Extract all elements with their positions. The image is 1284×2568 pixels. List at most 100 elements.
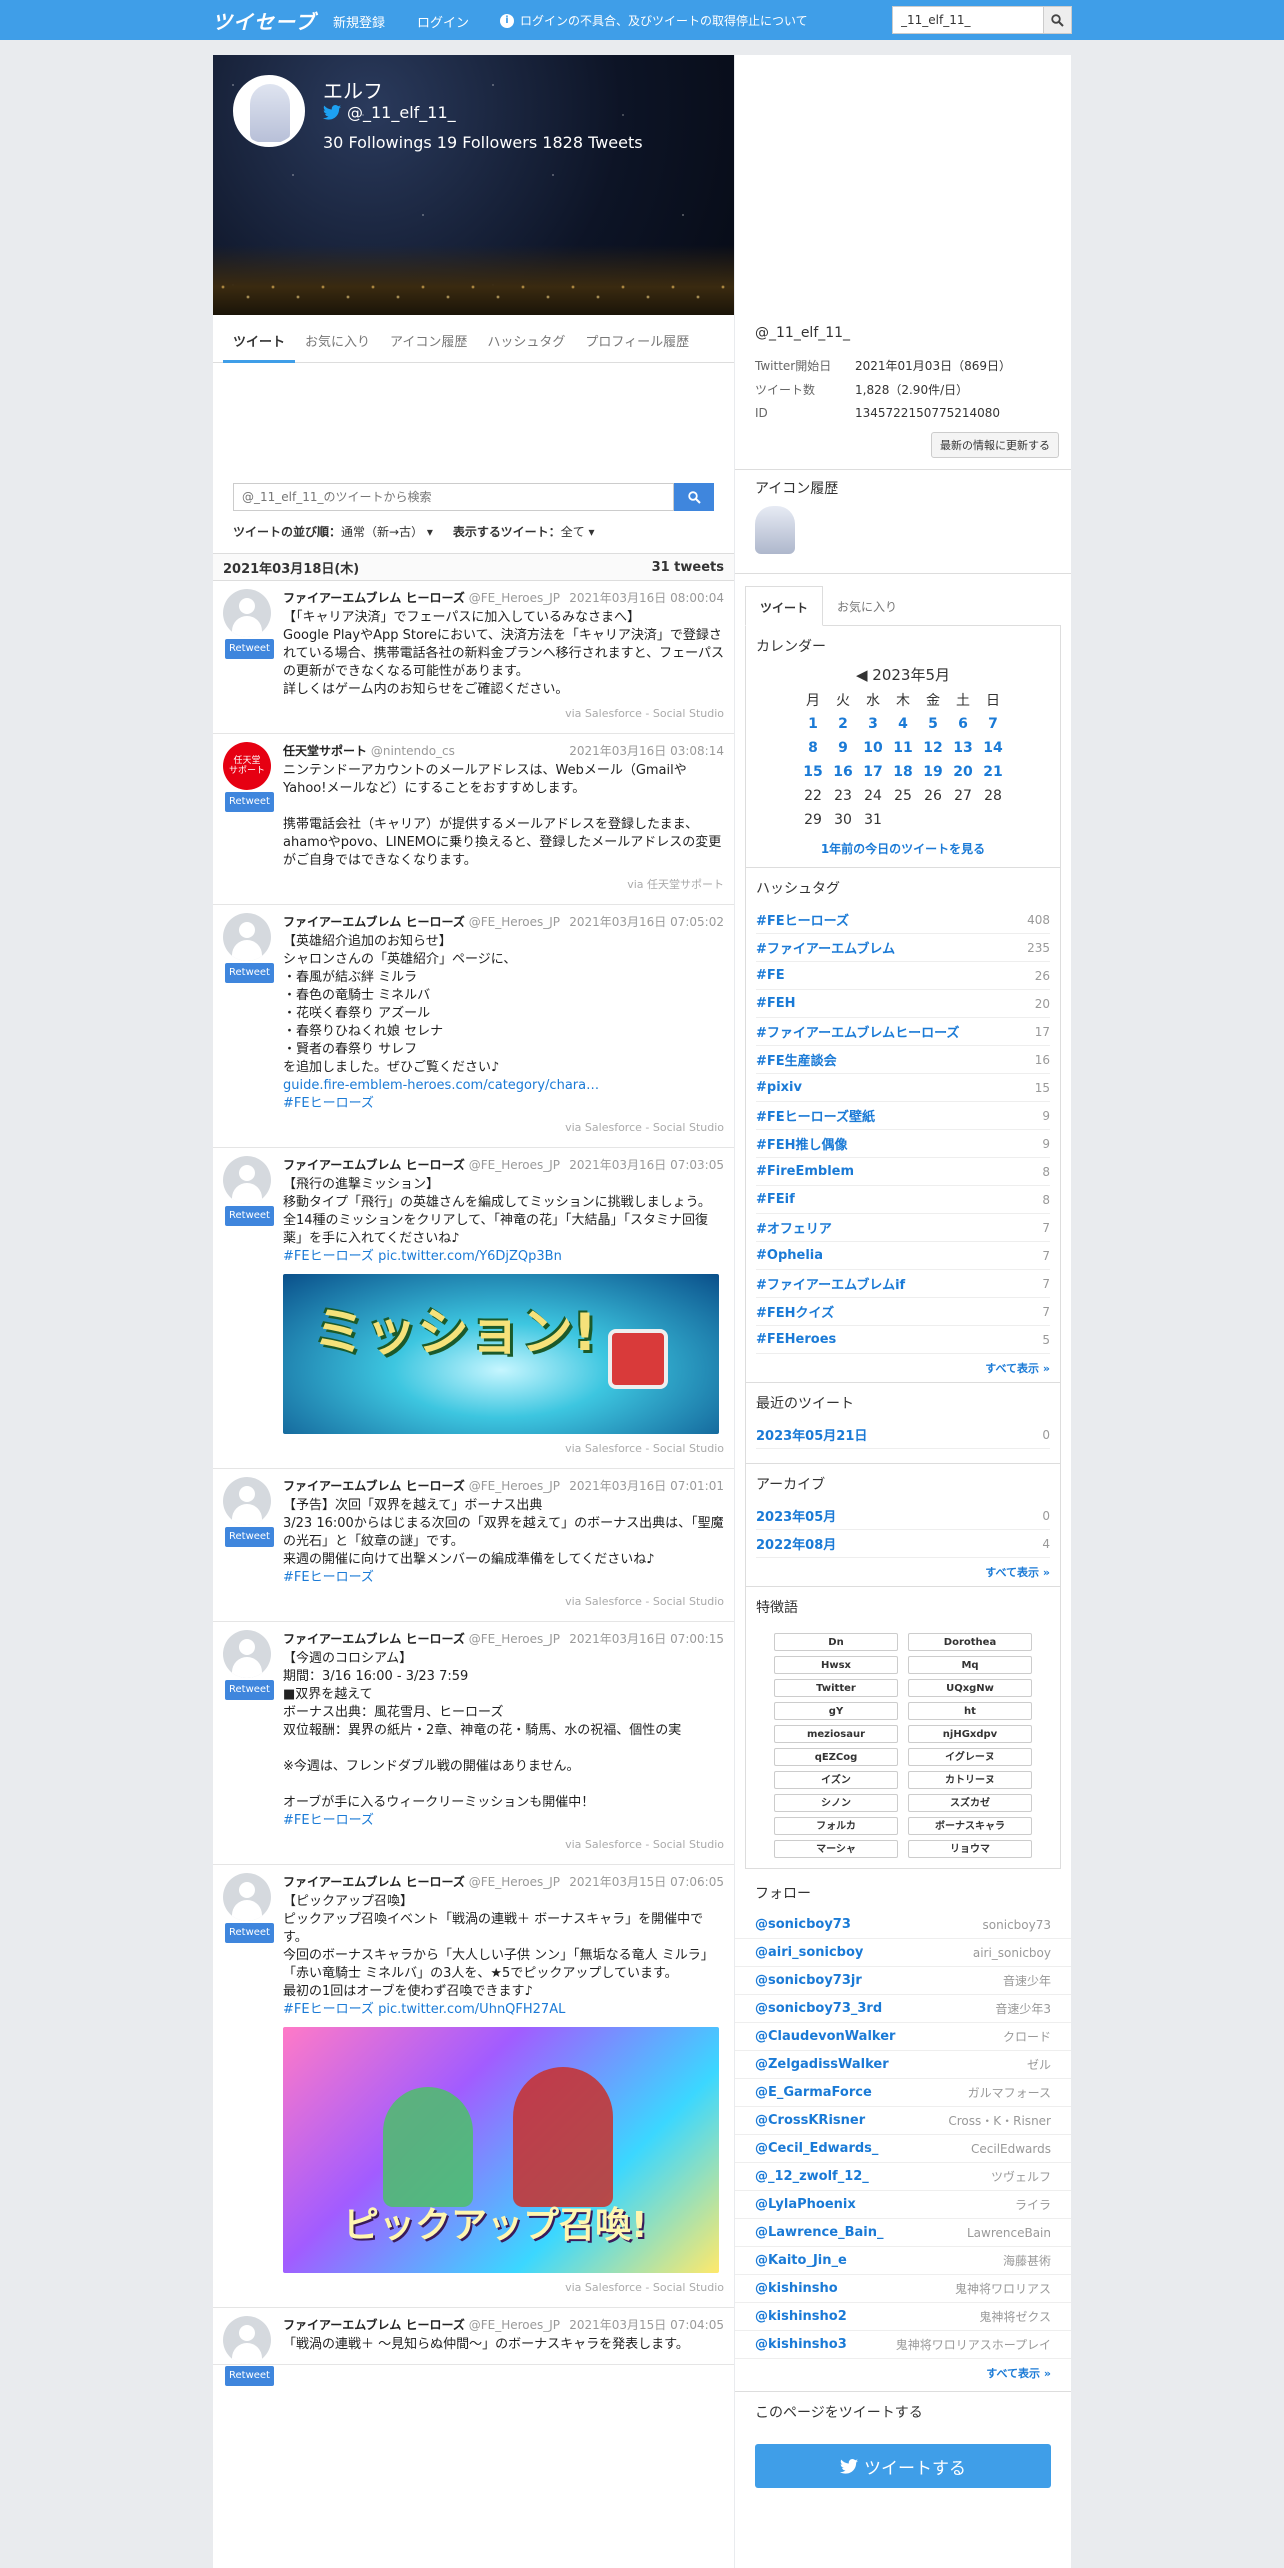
hashtag-link[interactable]: #FEH推し偶像 — [756, 1134, 848, 1153]
tweet-avatar[interactable]: 任天堂 サポート — [223, 742, 271, 790]
follow-handle[interactable]: @LylaPhoenix — [755, 2197, 856, 2212]
calendar-day-link[interactable]: 13 — [953, 740, 972, 756]
feature-word[interactable]: イグレーヌ — [908, 1748, 1032, 1766]
hashtag-link[interactable]: #FEif — [756, 1192, 795, 1207]
hashtag-link[interactable]: #pixiv — [756, 1080, 802, 1095]
tweet-hashtag[interactable]: #FEヒーローズ — [283, 1249, 374, 1264]
tweet-author[interactable]: ファイアーエムブレム ヒーローズ @FE_Heroes_JP — [283, 589, 560, 607]
hashtag-link[interactable]: #オフェリア — [756, 1218, 832, 1237]
hashtag-link[interactable]: #ファイアーエムブレムヒーローズ — [756, 1022, 959, 1041]
calendar-day-link[interactable]: 17 — [863, 764, 882, 780]
tweet-time[interactable]: 2021年03月15日 07:04:05 — [569, 2316, 724, 2334]
hashtag-link[interactable]: #FireEmblem — [756, 1164, 854, 1179]
recent-link[interactable]: 2023年05月21日 — [756, 1425, 867, 1444]
feature-word[interactable]: UQxgNw — [908, 1679, 1032, 1697]
calendar-day-link[interactable]: 4 — [898, 716, 908, 732]
tweet-avatar[interactable] — [223, 1630, 271, 1678]
feature-word[interactable]: Dorothea — [908, 1633, 1032, 1651]
tweet-time[interactable]: 2021年03月16日 07:03:05 — [569, 1156, 724, 1174]
tweet-author[interactable]: 任天堂サポート @nintendo_cs — [283, 742, 455, 760]
tweet-time[interactable]: 2021年03月16日 07:00:15 — [569, 1630, 724, 1648]
calendar-day-link[interactable]: 3 — [868, 716, 878, 732]
tweet-image[interactable]: ミッション! — [283, 1274, 719, 1434]
hashtag-link[interactable]: #Ophelia — [756, 1248, 823, 1263]
calendar-day-link[interactable]: 20 — [953, 764, 972, 780]
icon-history-avatar[interactable] — [755, 506, 795, 554]
hashtag-link[interactable]: #FEHクイズ — [756, 1302, 834, 1321]
hashtag-link[interactable]: #FE生産談会 — [756, 1050, 837, 1069]
tweet-hashtag[interactable]: #FEヒーローズ — [283, 1812, 724, 1830]
site-logo[interactable]: ツイセーブ — [212, 6, 316, 35]
tweet-time[interactable]: 2021年03月16日 03:08:14 — [569, 742, 724, 760]
calendar-day-link[interactable]: 6 — [958, 716, 968, 732]
tweet-author[interactable]: ファイアーエムブレム ヒーローズ @FE_Heroes_JP — [283, 1873, 560, 1891]
tab-icon-history[interactable]: アイコン履歴 — [380, 315, 477, 363]
feature-word[interactable]: njHGxdpv — [908, 1725, 1032, 1743]
follow-handle[interactable]: @Cecil_Edwards_ — [755, 2141, 878, 2156]
calendar-day-link[interactable]: 16 — [833, 764, 852, 780]
tweet-avatar[interactable] — [223, 2316, 271, 2364]
feature-word[interactable]: ht — [908, 1702, 1032, 1720]
prev-month-arrow[interactable]: ◀ — [856, 666, 868, 684]
header-search-button[interactable] — [1043, 7, 1071, 33]
tweet-time[interactable]: 2021年03月16日 08:00:04 — [569, 589, 724, 607]
calendar-day-link[interactable]: 1 — [808, 716, 818, 732]
hashtags-more-link[interactable]: すべて表示 » — [985, 1362, 1050, 1375]
feature-word[interactable]: meziosaur — [774, 1725, 898, 1743]
tweet-author[interactable]: ファイアーエムブレム ヒーローズ @FE_Heroes_JP — [283, 2316, 560, 2334]
tweet-image[interactable]: ピックアップ召喚! — [283, 2027, 719, 2273]
tweet-avatar[interactable] — [223, 1477, 271, 1525]
tweet-link[interactable]: guide.fire-emblem-heroes.com/category/ch… — [283, 1077, 724, 1095]
tweet-hashtag[interactable]: #FEヒーローズ — [283, 1569, 724, 1587]
hashtag-link[interactable]: #ファイアーエムブレム — [756, 938, 895, 957]
calendar-day-link[interactable]: 8 — [808, 740, 818, 756]
tweet-hashtag[interactable]: #FEヒーローズ — [283, 2002, 374, 2017]
follow-handle[interactable]: @sonicboy73_3rd — [755, 2001, 882, 2016]
feature-word[interactable]: Hwsx — [774, 1656, 898, 1674]
tab-tweets[interactable]: ツイート — [223, 315, 296, 363]
tweet-author[interactable]: ファイアーエムブレム ヒーローズ @FE_Heroes_JP — [283, 1156, 560, 1174]
hashtag-link[interactable]: #FEH — [756, 996, 796, 1011]
tab-profile-history[interactable]: プロフィール履歴 — [575, 315, 699, 363]
feature-word[interactable]: Twitter — [774, 1679, 898, 1697]
year-ago-link[interactable]: 1年前の今日のツイートを見る — [821, 842, 985, 856]
follow-handle[interactable]: @CrossKRisner — [755, 2113, 865, 2128]
calendar-day-link[interactable]: 5 — [928, 716, 938, 732]
tweet-hashtag[interactable]: #FEヒーローズ — [283, 1095, 724, 1113]
hashtag-link[interactable]: #FEヒーローズ壁紙 — [756, 1106, 875, 1125]
tweet-search-input[interactable] — [233, 483, 674, 511]
follow-handle[interactable]: @kishinsho — [755, 2281, 838, 2296]
feature-word[interactable]: Mq — [908, 1656, 1032, 1674]
calendar-day-link[interactable]: 7 — [988, 716, 998, 732]
archive-link[interactable]: 2023年05月 — [756, 1506, 836, 1525]
tweet-time[interactable]: 2021年03月15日 07:06:05 — [569, 1873, 724, 1891]
feature-word[interactable]: スズカゼ — [908, 1794, 1032, 1812]
feature-word[interactable]: マーシャ — [774, 1840, 898, 1858]
archive-more-link[interactable]: すべて表示 » — [985, 1566, 1050, 1579]
login-link[interactable]: ログイン — [417, 12, 469, 31]
follow-handle[interactable]: @sonicboy73jr — [755, 1973, 862, 1988]
feature-word[interactable]: qEZCog — [774, 1748, 898, 1766]
follow-handle[interactable]: @_12_zwolf_12_ — [755, 2169, 869, 2184]
signup-link[interactable]: 新規登録 — [333, 12, 385, 31]
follow-more-link[interactable]: すべて表示 » — [986, 2367, 1051, 2380]
tab-hashtags[interactable]: ハッシュタグ — [477, 315, 575, 363]
feature-word[interactable]: ボーナスキャラ — [908, 1817, 1032, 1835]
calendar-day-link[interactable]: 2 — [838, 716, 848, 732]
hashtag-link[interactable]: #FE — [756, 968, 785, 983]
follow-handle[interactable]: @airi_sonicboy — [755, 1945, 863, 1960]
follow-handle[interactable]: @kishinsho3 — [755, 2337, 847, 2352]
feature-word[interactable]: フォルカ — [774, 1817, 898, 1835]
tweet-filter-dropdown[interactable]: 表示するツイート：全て ▾ — [453, 523, 595, 543]
follow-handle[interactable]: @sonicboy73 — [755, 1917, 851, 1932]
login-notice-link[interactable]: i ログインの不具合、及びツイートの取得停止について — [500, 12, 808, 29]
follow-handle[interactable]: @Lawrence_Bain_ — [755, 2225, 883, 2240]
tweet-avatar[interactable] — [223, 913, 271, 961]
hashtag-link[interactable]: #ファイアーエムブレムif — [756, 1274, 905, 1293]
calendar-day-link[interactable]: 14 — [983, 740, 1002, 756]
profile-handle[interactable]: @_11_elf_11_ — [323, 103, 456, 122]
tweet-avatar[interactable] — [223, 1873, 271, 1921]
hashtag-link[interactable]: #FEHeroes — [756, 1332, 836, 1347]
feature-word[interactable]: イズン — [774, 1771, 898, 1789]
sidebar-tab-favorites[interactable]: お気に入り — [823, 586, 911, 625]
